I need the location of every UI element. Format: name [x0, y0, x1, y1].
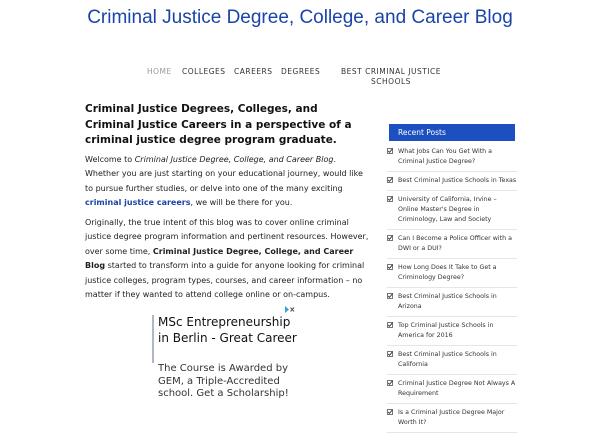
- recent-post-link[interactable]: Is a Criminal Justice Degree Major Worth…: [398, 408, 517, 428]
- ad-choices-icon[interactable]: [285, 306, 295, 313]
- history-paragraph: Originally, the true intent of this blog…: [85, 216, 370, 302]
- recent-post-item[interactable]: Best Criminal Justice Schools in Califor…: [387, 346, 517, 375]
- ad-body[interactable]: The Course is Awarded by GEM, a Triple-A…: [158, 363, 297, 400]
- intro-text-1: Welcome to: [85, 155, 135, 164]
- recent-post-item[interactable]: Can I Become a Police Officer with a DWI…: [387, 230, 517, 259]
- recent-post-link[interactable]: Best Criminal Justice Schools in Califor…: [398, 350, 517, 370]
- recent-post-link[interactable]: Best Criminal Justice Schools in Arizona: [398, 292, 517, 312]
- recent-post-link[interactable]: How Long Does It Take to Get a Criminolo…: [398, 263, 517, 283]
- recent-post-link[interactable]: University of California, Irvine – Onlin…: [398, 195, 517, 225]
- ad-headline[interactable]: MSc Entrepreneurship in Berlin - Great C…: [158, 315, 297, 346]
- recent-posts-list: What Jobs Can You Get With a Criminal Ju…: [387, 143, 517, 433]
- checkbox-icon: [387, 148, 393, 154]
- criminal-justice-careers-link[interactable]: criminal justice careers: [85, 198, 191, 207]
- main-heading: Criminal Justice Degrees, Colleges, and …: [85, 103, 352, 146]
- nav-home[interactable]: HOME: [147, 67, 172, 77]
- recent-post-link[interactable]: Can I Become a Police Officer with a DWI…: [398, 234, 517, 254]
- advertisement[interactable]: MSc Entrepreneurship in Berlin - Great C…: [150, 305, 297, 400]
- checkbox-icon: [387, 264, 393, 270]
- checkbox-icon: [387, 196, 393, 202]
- site-title[interactable]: Criminal Justice Degree, College, and Ca…: [80, 6, 520, 30]
- nav-degrees[interactable]: DEGREES: [281, 67, 320, 77]
- recent-post-link[interactable]: Best Criminal Justice Schools in Texas: [398, 176, 517, 186]
- checkbox-icon: [387, 409, 393, 415]
- recent-post-link[interactable]: What Jobs Can You Get With a Criminal Ju…: [398, 147, 517, 167]
- checkbox-icon: [387, 235, 393, 241]
- checkbox-icon: [387, 293, 393, 299]
- history-text-2: started to transform into a guide for an…: [85, 261, 365, 300]
- recent-post-item[interactable]: Is a Criminal Justice Degree Major Worth…: [387, 404, 517, 433]
- nav-careers[interactable]: CAREERS: [234, 67, 273, 77]
- main-nav: HOME COLLEGES CAREERS DEGREES BEST CRIMI…: [0, 66, 600, 90]
- recent-post-item[interactable]: What Jobs Can You Get With a Criminal Ju…: [387, 143, 517, 172]
- recent-posts-title: Recent Posts: [389, 124, 515, 141]
- recent-post-link[interactable]: Top Criminal Justice Schools in America …: [398, 321, 517, 341]
- intro-blog-name: Criminal Justice Degree, College, and Ca…: [134, 155, 334, 164]
- recent-post-item[interactable]: University of California, Irvine – Onlin…: [387, 191, 517, 230]
- checkbox-icon: [387, 380, 393, 386]
- intro-paragraph: Welcome to Criminal Justice Degree, Coll…: [85, 153, 370, 211]
- recent-post-item[interactable]: Best Criminal Justice Schools in Texas: [387, 172, 517, 191]
- recent-post-item[interactable]: How Long Does It Take to Get a Criminolo…: [387, 259, 517, 288]
- nav-colleges[interactable]: COLLEGES: [182, 67, 226, 77]
- ad-accent-bar: [152, 315, 154, 363]
- nav-best-criminal-justice-schools[interactable]: BEST CRIMINAL JUSTICE SCHOOLS: [341, 67, 441, 87]
- checkbox-icon: [387, 177, 393, 183]
- checkbox-icon: [387, 351, 393, 357]
- checkbox-icon: [387, 322, 393, 328]
- intro-text-3: , we will be there for you.: [190, 198, 293, 208]
- recent-post-link[interactable]: Criminal Justice Degree Not Always A Req…: [398, 379, 517, 399]
- recent-post-item[interactable]: Best Criminal Justice Schools in Arizona: [387, 288, 517, 317]
- recent-post-item[interactable]: Top Criminal Justice Schools in America …: [387, 317, 517, 346]
